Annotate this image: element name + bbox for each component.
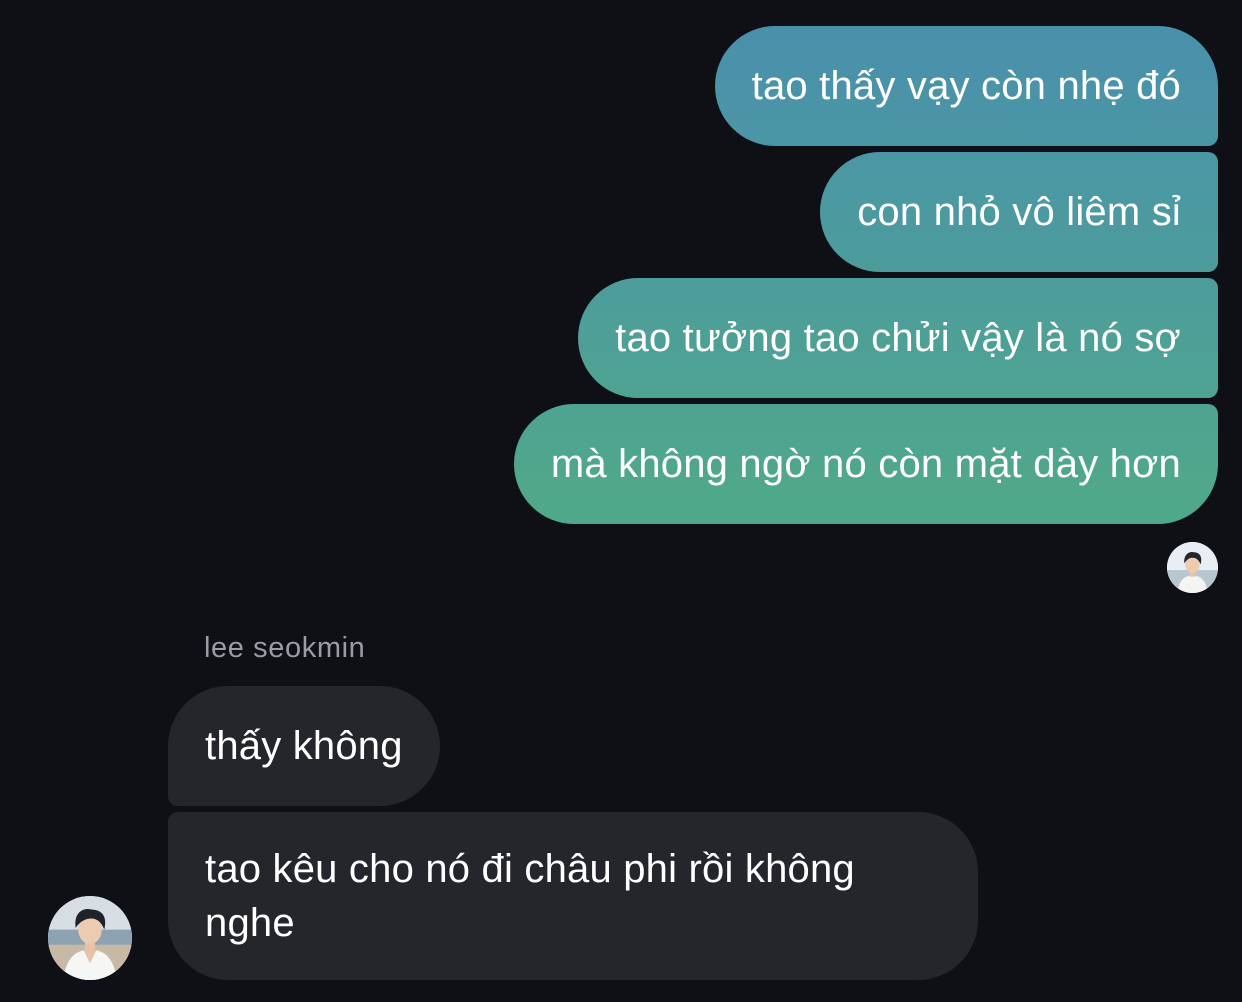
outgoing-message-bubble[interactable]: mà không ngờ nó còn mặt dày hơn	[513, 404, 1218, 524]
sender-avatar[interactable]	[48, 896, 132, 980]
incoming-message-bubble[interactable]: thấy không	[168, 686, 440, 806]
message-text: tao tưởng tao chửi vậy là nó sợ	[615, 316, 1181, 360]
message-text: mà không ngờ nó còn mặt dày hơn	[550, 442, 1181, 486]
incoming-message-bubble[interactable]: tao kêu cho nó đi châu phi rồi không ngh…	[168, 812, 978, 980]
sender-name: lee seokmin	[204, 632, 366, 664]
outgoing-message-bubble[interactable]: tao tưởng tao chửi vậy là nó sợ	[578, 278, 1218, 398]
outgoing-message-bubble[interactable]: tao thấy vạy còn nhẹ đó	[714, 26, 1218, 146]
read-receipt-avatar[interactable]	[1167, 542, 1218, 593]
outgoing-message-bubble[interactable]: con nhỏ vô liêm sỉ	[820, 152, 1218, 272]
message-text: tao thấy vạy còn nhẹ đó	[751, 64, 1181, 108]
message-text: thấy không	[205, 724, 403, 768]
avatar-photo	[1167, 542, 1218, 593]
message-text: con nhỏ vô liêm sỉ	[857, 190, 1181, 234]
message-text: tao kêu cho nó đi châu phi rồi không ngh…	[205, 847, 855, 945]
avatar-photo	[48, 896, 132, 980]
